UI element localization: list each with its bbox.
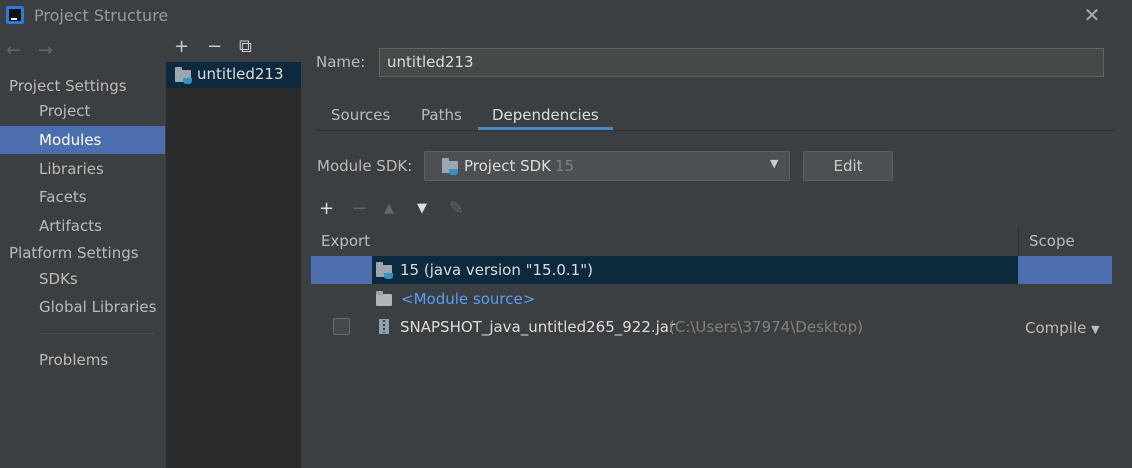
- window-title: Project Structure: [34, 6, 169, 25]
- module-sdk-dropdown[interactable]: Project SDK 15 ▼: [424, 151, 790, 181]
- tab-dependencies[interactable]: Dependencies: [492, 106, 599, 124]
- edit-sdk-button[interactable]: Edit: [803, 151, 893, 181]
- add-dependency-button[interactable]: +: [319, 198, 334, 219]
- java-cup-icon: [384, 273, 393, 279]
- nav-item-sdks[interactable]: SDKs: [0, 265, 165, 293]
- table-row-export-cell[interactable]: [311, 256, 372, 284]
- close-icon[interactable]: ✕: [1081, 4, 1103, 26]
- tab-sources[interactable]: Sources: [331, 106, 390, 124]
- remove-dependency-button[interactable]: −: [352, 198, 367, 219]
- nav-item-libraries[interactable]: Libraries: [0, 155, 165, 183]
- export-checkbox[interactable]: [333, 318, 350, 335]
- jar-icon: [379, 319, 389, 334]
- table-row-scope-cell[interactable]: [1018, 256, 1112, 284]
- scope-value: Compile: [1025, 319, 1087, 337]
- title-bar: [0, 0, 1132, 32]
- table-row-path: (C:\Users\37974\Desktop): [669, 318, 863, 336]
- platform-settings-header: Platform Settings: [9, 244, 139, 262]
- nav-item-facets[interactable]: Facets: [0, 183, 165, 211]
- module-list: [166, 32, 301, 468]
- module-name-field[interactable]: untitled213: [379, 48, 1104, 77]
- tab-paths[interactable]: Paths: [421, 106, 462, 124]
- chevron-down-icon: ▼: [1091, 323, 1100, 336]
- active-tab-indicator: [478, 127, 613, 130]
- remove-module-button[interactable]: −: [207, 36, 222, 57]
- column-header-scope[interactable]: Scope: [1029, 232, 1075, 250]
- module-sdk-value: Project SDK: [464, 157, 551, 175]
- module-sdk-version: 15: [555, 157, 575, 175]
- nav-divider: [39, 333, 154, 334]
- nav-item-problems[interactable]: Problems: [0, 346, 165, 374]
- add-module-button[interactable]: +: [174, 36, 189, 57]
- forward-arrow-icon[interactable]: →: [38, 40, 53, 61]
- module-source-link[interactable]: <Module source>: [401, 290, 535, 308]
- module-list-item-label: untitled213: [197, 65, 284, 83]
- nav-item-global-libraries[interactable]: Global Libraries: [0, 293, 165, 321]
- copy-module-button[interactable]: ⧉: [239, 36, 252, 57]
- tab-divider: [316, 130, 1116, 131]
- chevron-down-icon: ▼: [770, 157, 779, 170]
- move-up-button[interactable]: ▲: [384, 201, 394, 216]
- column-header-export[interactable]: Export: [321, 232, 370, 250]
- module-source-folder-icon: [376, 291, 392, 306]
- scope-dropdown[interactable]: Compile ▼: [1025, 319, 1100, 337]
- nav-item-project[interactable]: Project: [0, 97, 165, 125]
- nav-item-artifacts[interactable]: Artifacts: [0, 212, 165, 240]
- table-row-text: SNAPSHOT_java_untitled265_922.jar: [400, 318, 676, 336]
- java-cup-icon: [449, 169, 458, 175]
- nav-item-modules[interactable]: Modules: [0, 126, 165, 154]
- app-icon: [6, 6, 24, 24]
- project-settings-header: Project Settings: [9, 77, 127, 95]
- name-label: Name:: [316, 53, 366, 71]
- table-row-text: 15 (java version "15.0.1"): [400, 261, 593, 279]
- back-arrow-icon[interactable]: ←: [6, 40, 21, 61]
- edit-dependency-button[interactable]: ✎: [449, 198, 464, 219]
- column-divider: [1018, 228, 1019, 255]
- move-down-button[interactable]: ▼: [417, 201, 427, 216]
- module-sdk-label: Module SDK:: [317, 157, 413, 175]
- java-cup-icon: [183, 78, 192, 84]
